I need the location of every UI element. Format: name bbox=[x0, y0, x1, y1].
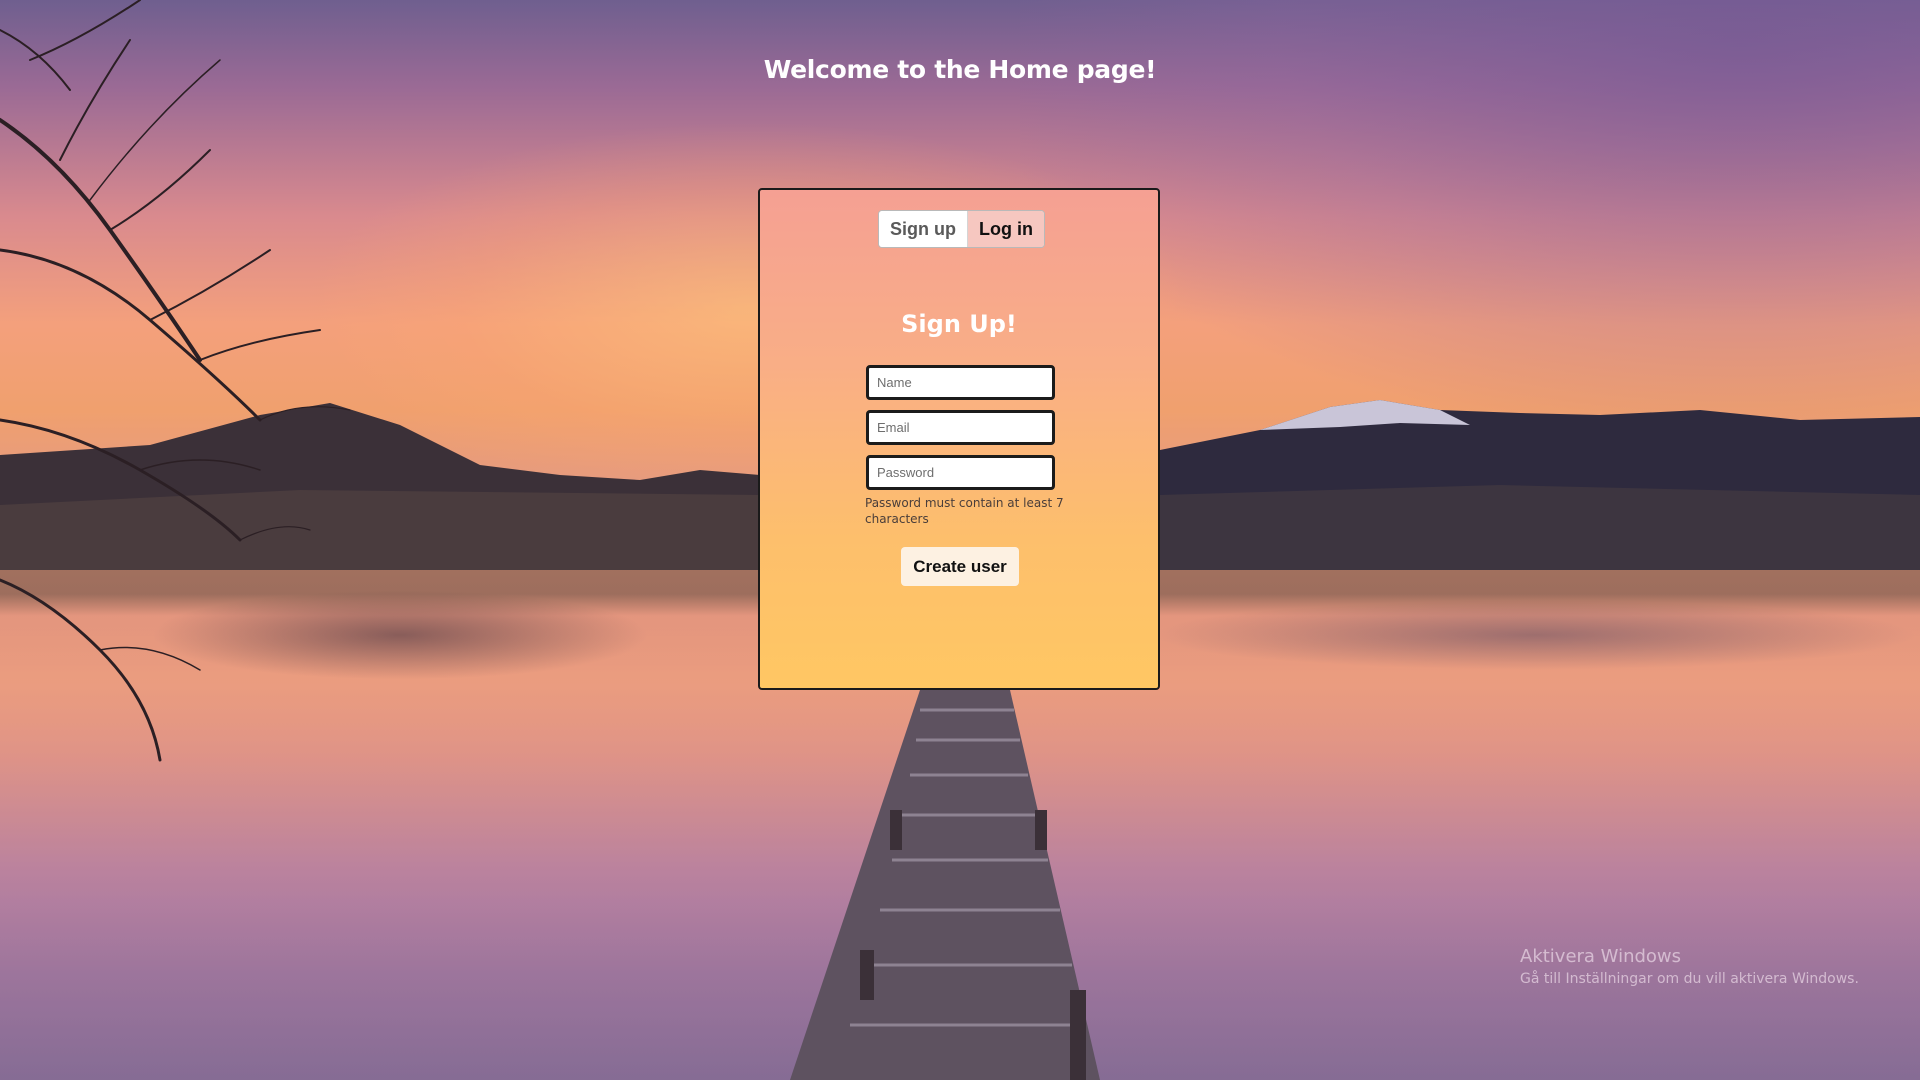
create-user-button[interactable]: Create user bbox=[901, 547, 1019, 586]
tab-sign-up[interactable]: Sign up bbox=[879, 211, 968, 247]
form-title: Sign Up! bbox=[901, 310, 1017, 338]
watermark-title: Aktivera Windows bbox=[1520, 946, 1682, 967]
tree-branches bbox=[0, 0, 351, 762]
email-input[interactable] bbox=[866, 410, 1055, 445]
watermark-subtitle: Gå till Inställningar om du vill aktiver… bbox=[1520, 971, 1859, 987]
auth-tabs: Sign up Log in bbox=[878, 210, 1045, 248]
background-scene: Welcome to the Home page! Sign up Log in… bbox=[0, 0, 1920, 1080]
page-title: Welcome to the Home page! bbox=[763, 55, 1157, 84]
tab-log-in[interactable]: Log in bbox=[968, 211, 1044, 247]
name-input[interactable] bbox=[866, 365, 1055, 400]
windows-activation-watermark: Aktivera Windows Gå till Inställningar o… bbox=[1520, 946, 1859, 987]
auth-card: Sign up Log in Sign Up! Password must co… bbox=[758, 188, 1160, 690]
password-hint: Password must contain at least 7 charact… bbox=[865, 496, 1064, 526]
password-input[interactable] bbox=[866, 455, 1055, 490]
wooden-pier bbox=[790, 690, 1100, 1080]
lake-reflection-right bbox=[1150, 600, 1920, 670]
